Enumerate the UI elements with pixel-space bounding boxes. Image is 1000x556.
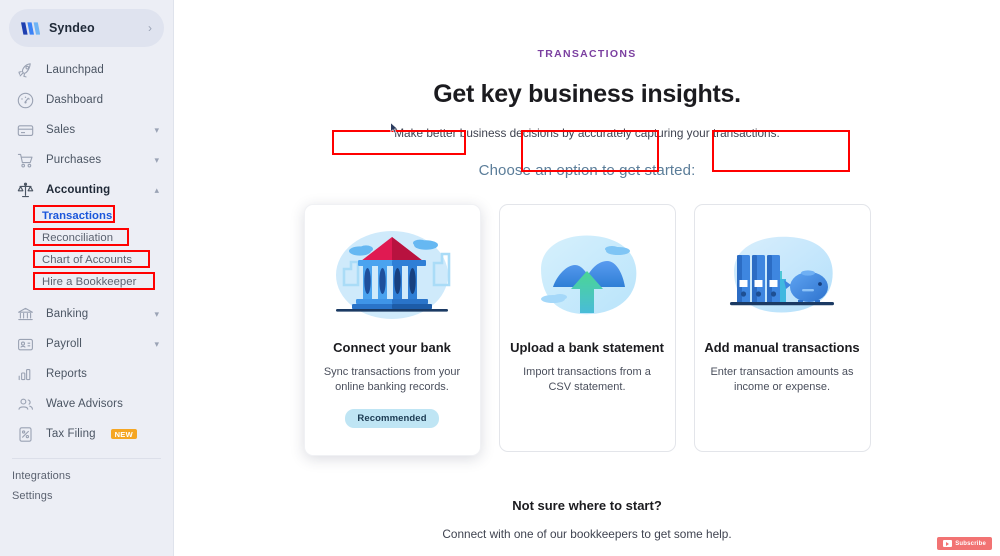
youtube-play-icon: [943, 540, 953, 547]
sidebar-item-banking[interactable]: Banking ▾: [0, 299, 173, 329]
brand-button[interactable]: Syndeo ›: [9, 9, 164, 47]
sidebar-item-reconciliation[interactable]: Reconciliation: [0, 227, 173, 249]
sidebar-subitem-label: Hire a Bookkeeper: [42, 276, 137, 288]
footer-detail: Connect with one of our bookkeepers to g…: [442, 527, 732, 541]
sidebar-item-label: Wave Advisors: [46, 398, 123, 410]
sidebar-subitem-label: Reconciliation: [42, 232, 114, 244]
binders-piggybank-illustration: [712, 223, 852, 327]
recommended-badge: Recommended: [345, 409, 439, 429]
brand-name: Syndeo: [49, 21, 95, 35]
card-connect-your-bank[interactable]: Connect your bank Sync transactions from…: [303, 204, 481, 456]
sidebar-divider: [12, 458, 161, 459]
footer-question: Not sure where to start?: [512, 498, 662, 513]
sidebar-item-label: Payroll: [46, 338, 82, 350]
chevron-down-icon: ▾: [154, 154, 159, 165]
card-description: Enter transaction amounts as income or e…: [710, 365, 854, 394]
subscribe-watermark[interactable]: Subscribe: [937, 537, 992, 550]
sidebar-item-sales[interactable]: Sales ▾: [0, 115, 173, 145]
card-title: Connect your bank: [333, 340, 451, 355]
sidebar-nav: Launchpad Dashboard Sales ▾ Purchases ▾ …: [0, 53, 173, 506]
scale-icon: [16, 181, 35, 200]
sidebar-item-label: Purchases: [46, 154, 102, 166]
gauge-icon: [16, 91, 35, 110]
bar-chart-icon: [16, 365, 35, 384]
chevron-down-icon: ▾: [154, 124, 159, 135]
sidebar-item-reports[interactable]: Reports: [0, 359, 173, 389]
accounting-subnav: Transactions Reconciliation Chart of Acc…: [0, 205, 173, 295]
sidebar-item-integrations[interactable]: Integrations: [0, 466, 173, 486]
sidebar-item-label: Sales: [46, 124, 76, 136]
card-title: Upload a bank statement: [510, 340, 664, 355]
chevron-down-icon: ▾: [154, 308, 159, 319]
bank-icon: [16, 305, 35, 324]
app-root: Syndeo › Launchpad Dashboard Sales ▾ Pur…: [0, 0, 1000, 556]
main-content: TRANSACTIONS Get key business insights. …: [174, 0, 1000, 556]
subscribe-label: Subscribe: [955, 540, 986, 547]
sidebar-item-label: Dashboard: [46, 94, 104, 106]
sidebar-item-hire-a-bookkeeper[interactable]: Hire a Bookkeeper: [0, 271, 173, 293]
card-upload-a-bank-statement[interactable]: Upload a bank statement Import transacti…: [498, 204, 676, 452]
card-icon: [16, 121, 35, 140]
new-badge: NEW: [110, 428, 137, 440]
sidebar: Syndeo › Launchpad Dashboard Sales ▾ Pur…: [0, 0, 174, 556]
card-description: Import transactions from a CSV statement…: [523, 365, 651, 394]
sidebar-item-launchpad[interactable]: Launchpad: [0, 55, 173, 85]
sidebar-item-tax-filing[interactable]: Tax Filing NEW: [0, 419, 173, 449]
sidebar-item-chart-of-accounts[interactable]: Chart of Accounts: [0, 249, 173, 271]
percent-doc-icon: [16, 425, 35, 444]
sidebar-item-dashboard[interactable]: Dashboard: [0, 85, 173, 115]
cart-icon: [16, 151, 35, 170]
sidebar-subitem-label: Chart of Accounts: [42, 254, 133, 266]
chevron-right-icon: ›: [148, 21, 152, 35]
card-description: Sync transactions from your online banki…: [323, 365, 461, 394]
sidebar-item-label: Tax Filing: [46, 428, 96, 440]
sidebar-item-settings[interactable]: Settings: [0, 486, 173, 506]
choose-option-prompt: Choose an option to get started:: [478, 162, 696, 179]
people-icon: [16, 395, 35, 414]
page-title: Get key business insights.: [433, 80, 741, 108]
sidebar-item-label: Launchpad: [46, 64, 104, 76]
sidebar-subitem-label: Transactions: [42, 210, 113, 222]
sidebar-item-purchases[interactable]: Purchases ▾: [0, 145, 173, 175]
bank-building-illustration: [322, 223, 462, 327]
sidebar-item-transactions[interactable]: Transactions: [0, 205, 173, 227]
option-cards: Connect your bank Sync transactions from…: [303, 204, 871, 456]
sidebar-item-wave-advisors[interactable]: Wave Advisors: [0, 389, 173, 419]
sidebar-item-label: Banking: [46, 308, 89, 320]
chevron-down-icon: ▾: [154, 338, 159, 349]
card-title: Add manual transactions: [704, 340, 860, 355]
sidebar-item-accounting[interactable]: Accounting ▴: [0, 175, 173, 205]
id-card-icon: [16, 335, 35, 354]
rocket-icon: [16, 61, 35, 80]
chevron-up-icon: ▴: [154, 184, 159, 195]
sidebar-item-label: Reports: [46, 368, 87, 380]
syndeo-logo-icon: [20, 20, 41, 37]
sidebar-item-payroll[interactable]: Payroll ▾: [0, 329, 173, 359]
sidebar-item-label: Accounting: [46, 184, 111, 196]
cloud-upload-arrow-illustration: [517, 223, 657, 327]
page-subtitle: Make better business decisions by accura…: [394, 126, 780, 140]
page-eyebrow: TRANSACTIONS: [537, 48, 637, 60]
card-add-manual-transactions[interactable]: Add manual transactions Enter transactio…: [693, 204, 871, 452]
